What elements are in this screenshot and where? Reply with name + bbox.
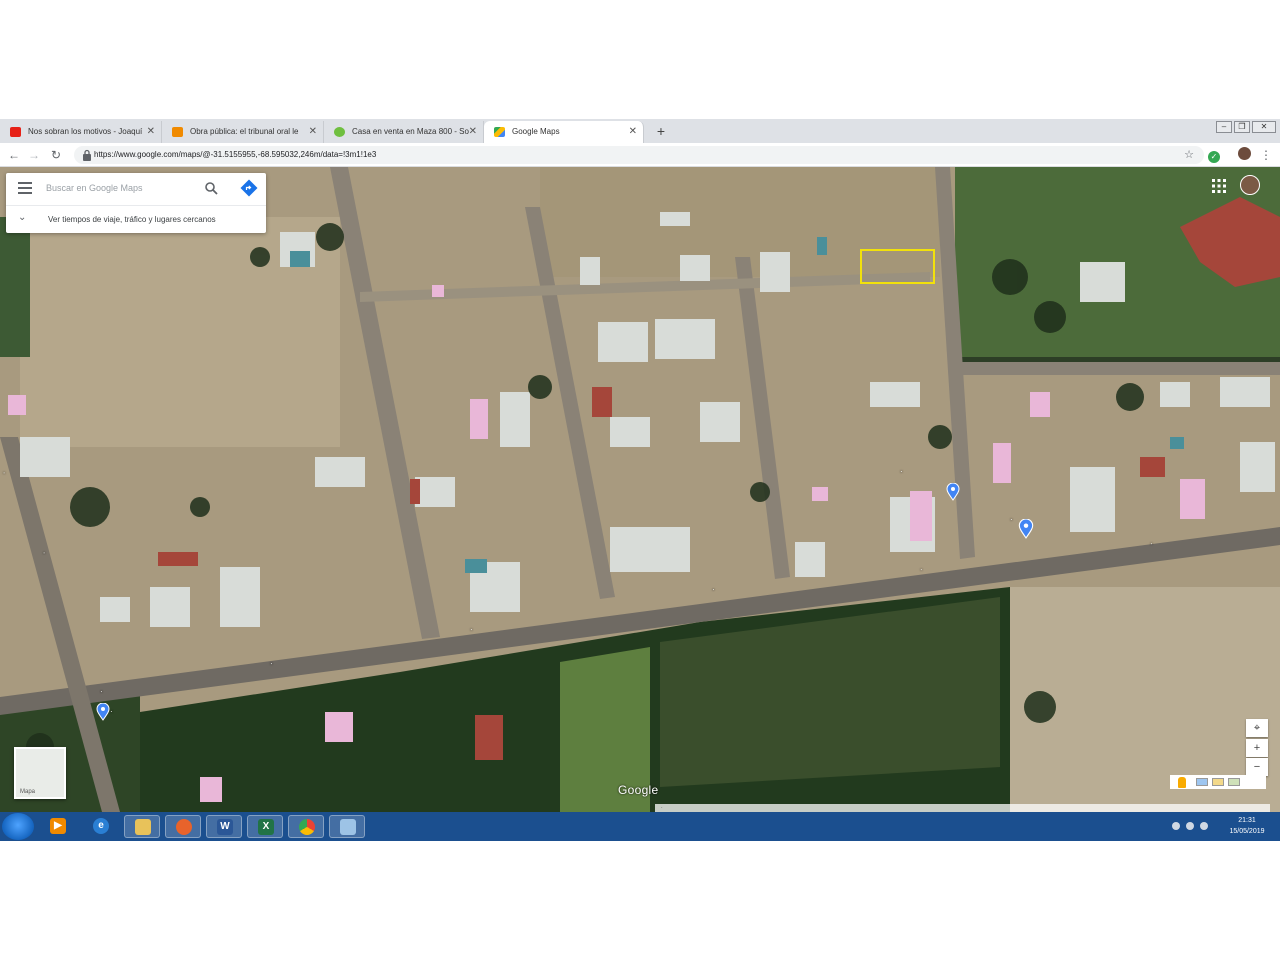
attribution-bar: · <box>655 804 1270 812</box>
browser-menu-icon[interactable]: ⋮ <box>1258 147 1274 163</box>
map-mini-controls <box>1170 775 1266 789</box>
satellite-imagery <box>0 167 1280 812</box>
excel-icon: X <box>258 819 274 835</box>
tab-strip: Nos sobran los motivos - Joaquí ✕ Obra p… <box>0 119 1280 143</box>
url-text: https://www.google.com/maps/@-31.5155955… <box>94 150 377 159</box>
thumbnail-icon[interactable] <box>1212 778 1224 786</box>
close-window-button[interactable]: ✕ <box>1252 121 1276 133</box>
road-label: · <box>711 584 716 594</box>
lock-icon <box>83 149 91 161</box>
news-icon <box>172 127 183 137</box>
tab-title: Casa en venta en Maza 800 - So <box>352 127 469 136</box>
close-icon[interactable]: ✕ <box>147 121 155 143</box>
search-icon[interactable] <box>205 182 218 195</box>
tab-google-maps[interactable]: Google Maps ✕ <box>484 121 644 143</box>
place-pin-icon[interactable] <box>946 483 960 501</box>
place-pin-icon[interactable] <box>1018 519 1034 539</box>
reload-icon[interactable]: ↻ <box>48 147 64 163</box>
taskbar-app[interactable] <box>288 815 324 838</box>
chrome-icon <box>299 819 315 835</box>
browser-window: Nos sobran los motivos - Joaquí ✕ Obra p… <box>0 119 1280 841</box>
word-icon: W <box>217 819 233 835</box>
extension-check-icon[interactable]: ✓ <box>1206 147 1222 163</box>
place-label: · <box>1010 515 1013 524</box>
menu-icon[interactable] <box>18 182 32 194</box>
firefox-icon <box>176 819 192 835</box>
directions-icon[interactable] <box>240 179 258 197</box>
taskbar: ▶ e W X 21:31 15/05/2019 <box>0 812 1280 841</box>
taskbar-app[interactable]: X <box>247 815 283 838</box>
tab-title: Nos sobran los motivos - Joaquí <box>28 127 143 136</box>
layers-toggle[interactable]: Mapa <box>14 747 66 799</box>
forward-icon[interactable]: → <box>26 147 42 163</box>
close-icon[interactable]: ✕ <box>469 121 477 143</box>
bookmark-star-icon[interactable]: ☆ <box>1184 146 1194 164</box>
thumbnail-icon[interactable] <box>1196 778 1208 786</box>
windows-media-player-icon: ▶ <box>50 818 66 834</box>
tab-youtube[interactable]: Nos sobran los motivos - Joaquí ✕ <box>0 121 162 143</box>
maps-icon <box>494 127 505 137</box>
chevron-down-icon: ⌄ <box>18 212 27 223</box>
google-logo: Google <box>618 783 659 797</box>
place-pin-icon[interactable] <box>96 703 110 721</box>
layers-label: Mapa <box>20 789 36 795</box>
system-clock[interactable]: 21:31 15/05/2019 <box>1218 815 1276 837</box>
clock-date: 15/05/2019 <box>1229 828 1265 835</box>
taskbar-app[interactable] <box>124 815 160 838</box>
profile-avatar-icon[interactable] <box>1236 147 1252 163</box>
zoom-in-button[interactable]: + <box>1246 739 1268 757</box>
nearby-toggle[interactable]: ⌄ Ver tiempos de viaje, tráfico y lugare… <box>6 206 266 233</box>
pegman-icon[interactable] <box>1178 777 1186 788</box>
clock-time: 21:31 <box>1238 817 1256 824</box>
road-label: · <box>1149 538 1154 548</box>
network-icon[interactable] <box>1186 822 1194 830</box>
listing-icon <box>334 127 345 137</box>
file-explorer-icon <box>135 819 151 835</box>
road-label: · <box>919 564 924 574</box>
tab-title: Google Maps <box>512 127 560 136</box>
close-icon[interactable]: ✕ <box>309 121 317 143</box>
close-icon[interactable]: ✕ <box>629 121 637 143</box>
tab-listing[interactable]: Casa en venta en Maza 800 - So ✕ <box>324 121 484 143</box>
place-label: · <box>900 467 903 476</box>
internet-explorer-icon: e <box>93 818 109 834</box>
search-panel: ⌄ Ver tiempos de viaje, tráfico y lugare… <box>6 173 266 233</box>
place-label: · <box>110 707 113 716</box>
tab-title: Obra pública: el tribunal oral le <box>190 127 299 136</box>
avatar[interactable] <box>1240 175 1260 195</box>
search-input[interactable] <box>46 177 196 199</box>
back-icon[interactable]: ← <box>6 147 22 163</box>
apps-grid-icon[interactable] <box>1212 179 1226 193</box>
youtube-icon <box>10 127 21 137</box>
taskbar-app[interactable]: W <box>206 815 242 838</box>
maximize-button[interactable]: ❐ <box>1234 121 1250 133</box>
nearby-label: Ver tiempos de viaje, tráfico y lugares … <box>48 215 216 224</box>
minimize-button[interactable]: – <box>1216 121 1232 133</box>
taskbar-app[interactable]: ▶ <box>40 815 76 838</box>
my-location-button[interactable]: ⌖ <box>1246 719 1268 737</box>
highlighted-lot <box>860 249 935 284</box>
zoom-out-button[interactable]: − <box>1246 758 1268 776</box>
thumbnail-icon[interactable] <box>1228 778 1240 786</box>
paint-icon <box>340 819 356 835</box>
taskbar-app[interactable]: e <box>83 815 119 838</box>
tray-icon[interactable] <box>1172 822 1180 830</box>
new-tab-button[interactable]: + <box>652 122 670 140</box>
taskbar-app[interactable] <box>329 815 365 838</box>
start-button[interactable] <box>2 813 34 840</box>
tab-news[interactable]: Obra pública: el tribunal oral le ✕ <box>162 121 324 143</box>
taskbar-app[interactable] <box>165 815 201 838</box>
volume-icon[interactable] <box>1200 822 1208 830</box>
map-canvas[interactable]: · · · · · · · · · · · Buscar en Google M… <box>0 167 1280 812</box>
address-bar[interactable]: https://www.google.com/maps/@-31.5155955… <box>74 146 1204 164</box>
browser-toolbar: ← → ↻ https://www.google.com/maps/@-31.5… <box>0 143 1280 167</box>
